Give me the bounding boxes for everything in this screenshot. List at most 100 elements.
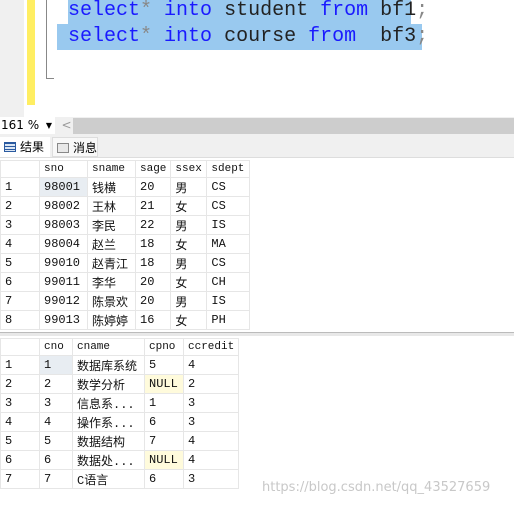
- cell[interactable]: 99011: [39, 272, 88, 292]
- cell[interactable]: 98001: [39, 177, 88, 197]
- table-row[interactable]: 8 99013 陈婷婷 16 女 PH: [0, 310, 251, 330]
- cell[interactable]: NULL: [144, 450, 184, 470]
- cell[interactable]: 男: [170, 291, 208, 311]
- cell[interactable]: 20: [134, 177, 172, 197]
- cell[interactable]: 4: [182, 431, 240, 451]
- cell[interactable]: 数据处...: [72, 450, 145, 470]
- column-header[interactable]: ssex: [170, 160, 208, 178]
- table-row[interactable]: 5 99010 赵青江 18 男 CS: [0, 253, 251, 273]
- cell[interactable]: PH: [206, 310, 251, 330]
- table-row[interactable]: 7 7 C语言 6 3: [0, 469, 240, 489]
- cell[interactable]: 女: [170, 272, 208, 292]
- cell[interactable]: 女: [170, 234, 208, 254]
- cell[interactable]: 6: [39, 450, 73, 470]
- column-header[interactable]: cpno: [144, 338, 184, 356]
- cell[interactable]: C语言: [72, 469, 145, 489]
- cell[interactable]: 女: [170, 310, 208, 330]
- cell[interactable]: 99012: [39, 291, 88, 311]
- cell[interactable]: 3: [182, 393, 240, 413]
- cell[interactable]: 数据库系统: [72, 355, 145, 375]
- scroll-left-icon[interactable]: <: [60, 117, 73, 134]
- cell[interactable]: 7: [39, 469, 73, 489]
- table-row[interactable]: 3 3 信息系... 1 3: [0, 393, 240, 413]
- cell[interactable]: 女: [170, 196, 208, 216]
- cell[interactable]: 18: [134, 234, 172, 254]
- cell[interactable]: 2: [39, 374, 73, 394]
- cell[interactable]: 陈婷婷: [87, 310, 136, 330]
- cell[interactable]: 1: [144, 393, 184, 413]
- cell[interactable]: IS: [206, 215, 251, 235]
- cell[interactable]: 3: [182, 412, 240, 432]
- code-line-2[interactable]: select* into course from bf3;: [57, 24, 428, 50]
- cell[interactable]: CS: [206, 196, 251, 216]
- cell[interactable]: 3: [39, 393, 73, 413]
- cell[interactable]: 98002: [39, 196, 88, 216]
- cell[interactable]: 操作系...: [72, 412, 145, 432]
- cell[interactable]: 20: [134, 291, 172, 311]
- results-grid-student[interactable]: sno sname sage ssex sdept 1 98001 钱横 20 男 CS 2 98002…: [0, 160, 251, 330]
- cell[interactable]: 22: [134, 215, 172, 235]
- grid-splitter[interactable]: [0, 332, 514, 336]
- cell[interactable]: 男: [170, 253, 208, 273]
- table-row[interactable]: 6 99011 李华 20 女 CH: [0, 272, 251, 292]
- column-header[interactable]: cname: [72, 338, 145, 356]
- cell[interactable]: 16: [134, 310, 172, 330]
- column-header[interactable]: sdept: [206, 160, 251, 178]
- table-row[interactable]: 1 98001 钱横 20 男 CS: [0, 177, 251, 197]
- cell[interactable]: 4: [39, 412, 73, 432]
- cell[interactable]: 99013: [39, 310, 88, 330]
- column-header[interactable]: cno: [39, 338, 73, 356]
- zoom-dropdown[interactable]: 161 % ▼: [0, 117, 55, 134]
- tab-results[interactable]: 结果: [0, 137, 50, 157]
- cell[interactable]: IS: [206, 291, 251, 311]
- cell[interactable]: 男: [170, 215, 208, 235]
- cell[interactable]: 3: [182, 469, 240, 489]
- table-row[interactable]: 3 98003 李民 22 男 IS: [0, 215, 251, 235]
- table-row[interactable]: 4 98004 赵兰 18 女 MA: [0, 234, 251, 254]
- cell[interactable]: 7: [144, 431, 184, 451]
- column-header[interactable]: sname: [87, 160, 136, 178]
- cell[interactable]: 98004: [39, 234, 88, 254]
- cell[interactable]: CH: [206, 272, 251, 292]
- table-row[interactable]: 1 1 数据库系统 5 4: [0, 355, 240, 375]
- cell[interactable]: 数学分析: [72, 374, 145, 394]
- cell[interactable]: 5: [144, 355, 184, 375]
- horizontal-scrollbar[interactable]: [73, 118, 514, 134]
- table-row[interactable]: 5 5 数据结构 7 4: [0, 431, 240, 451]
- results-grid-course[interactable]: cno cname cpno ccredit 1 1 数据库系统 5 4 2 2 数学分析 NULL 2 3…: [0, 338, 240, 489]
- cell[interactable]: 6: [144, 469, 184, 489]
- cell[interactable]: 赵青江: [87, 253, 136, 273]
- cell[interactable]: 21: [134, 196, 172, 216]
- code-line-1[interactable]: select* into student from bf1;: [68, 0, 428, 24]
- sql-editor[interactable]: select* into student from bf1; select* i…: [0, 0, 514, 117]
- table-row[interactable]: 7 99012 陈景欢 20 男 IS: [0, 291, 251, 311]
- cell[interactable]: CS: [206, 177, 251, 197]
- cell[interactable]: CS: [206, 253, 251, 273]
- cell[interactable]: 陈景欢: [87, 291, 136, 311]
- table-row[interactable]: 2 2 数学分析 NULL 2: [0, 374, 240, 394]
- cell[interactable]: 赵兰: [87, 234, 136, 254]
- cell[interactable]: 男: [170, 177, 208, 197]
- cell[interactable]: 99010: [39, 253, 88, 273]
- tab-messages[interactable]: 消息: [52, 137, 98, 157]
- column-header[interactable]: sno: [39, 160, 88, 178]
- cell[interactable]: 5: [39, 431, 73, 451]
- cell[interactable]: 李民: [87, 215, 136, 235]
- cell[interactable]: 1: [39, 355, 73, 375]
- cell[interactable]: 数据结构: [72, 431, 145, 451]
- table-row[interactable]: 2 98002 王林 21 女 CS: [0, 196, 251, 216]
- cell[interactable]: 6: [144, 412, 184, 432]
- cell[interactable]: 20: [134, 272, 172, 292]
- cell[interactable]: 信息系...: [72, 393, 145, 413]
- column-header[interactable]: sage: [134, 160, 172, 178]
- column-header[interactable]: ccredit: [182, 338, 240, 356]
- cell[interactable]: 2: [182, 374, 240, 394]
- cell[interactable]: 王林: [87, 196, 136, 216]
- cell[interactable]: 李华: [87, 272, 136, 292]
- table-row[interactable]: 4 4 操作系... 6 3: [0, 412, 240, 432]
- table-row[interactable]: 6 6 数据处... NULL 4: [0, 450, 240, 470]
- cell[interactable]: NULL: [144, 374, 184, 394]
- cell[interactable]: 钱横: [87, 177, 136, 197]
- cell[interactable]: 18: [134, 253, 172, 273]
- cell[interactable]: 4: [182, 355, 240, 375]
